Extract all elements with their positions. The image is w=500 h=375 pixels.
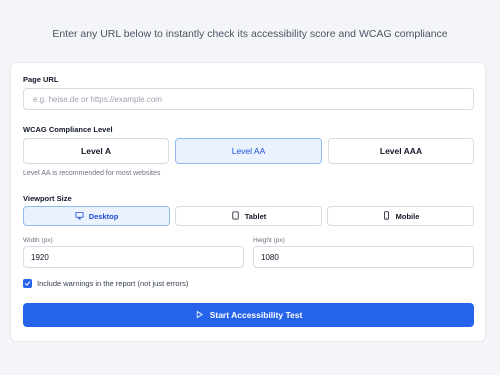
height-input[interactable]: 1080 <box>253 246 474 268</box>
viewport-option-label: Tablet <box>244 211 267 221</box>
viewport-label: Viewport Size <box>23 194 72 203</box>
height-label: Height (px) <box>253 237 285 244</box>
start-test-label: Start Accessibility Test <box>209 310 303 320</box>
width-input[interactable]: 1920 <box>23 246 244 268</box>
viewport-option-tablet[interactable]: Tablet <box>175 206 322 226</box>
warnings-checkbox[interactable] <box>23 279 32 288</box>
viewport-option-label: Desktop <box>88 211 119 221</box>
url-input[interactable]: e.g. heise.de or https://example.com <box>23 88 474 110</box>
warnings-option[interactable]: Include warnings in the report (not just… <box>23 279 188 288</box>
url-placeholder: e.g. heise.de or https://example.com <box>33 94 162 104</box>
page-subtitle: Enter any URL below to instantly check i… <box>52 28 448 40</box>
play-icon <box>195 310 204 321</box>
viewport-option-label: Mobile <box>395 211 420 221</box>
tablet-icon <box>231 210 240 222</box>
warnings-label: Include warnings in the report (not just… <box>37 279 189 288</box>
viewport-option-mobile[interactable]: Mobile <box>327 206 474 226</box>
viewport-option-desktop[interactable]: Desktop <box>23 206 170 226</box>
test-form-card: Page URL e.g. heise.de or https://exampl… <box>10 62 486 342</box>
wcag-level-label: WCAG Compliance Level <box>23 125 113 134</box>
smartphone-icon <box>382 210 391 222</box>
width-label: Width (px) <box>23 237 53 244</box>
monitor-icon <box>75 211 84 222</box>
start-test-button[interactable]: Start Accessibility Test <box>23 303 474 327</box>
wcag-option-level-aa[interactable]: Level AA <box>175 138 322 164</box>
url-label: Page URL <box>23 75 59 84</box>
wcag-option-level-aaa[interactable]: Level AAA <box>328 138 474 164</box>
wcag-hint: Level AA is recommended for most website… <box>23 170 161 177</box>
wcag-option-level-a[interactable]: Level A <box>23 138 169 164</box>
check-icon <box>24 281 31 286</box>
